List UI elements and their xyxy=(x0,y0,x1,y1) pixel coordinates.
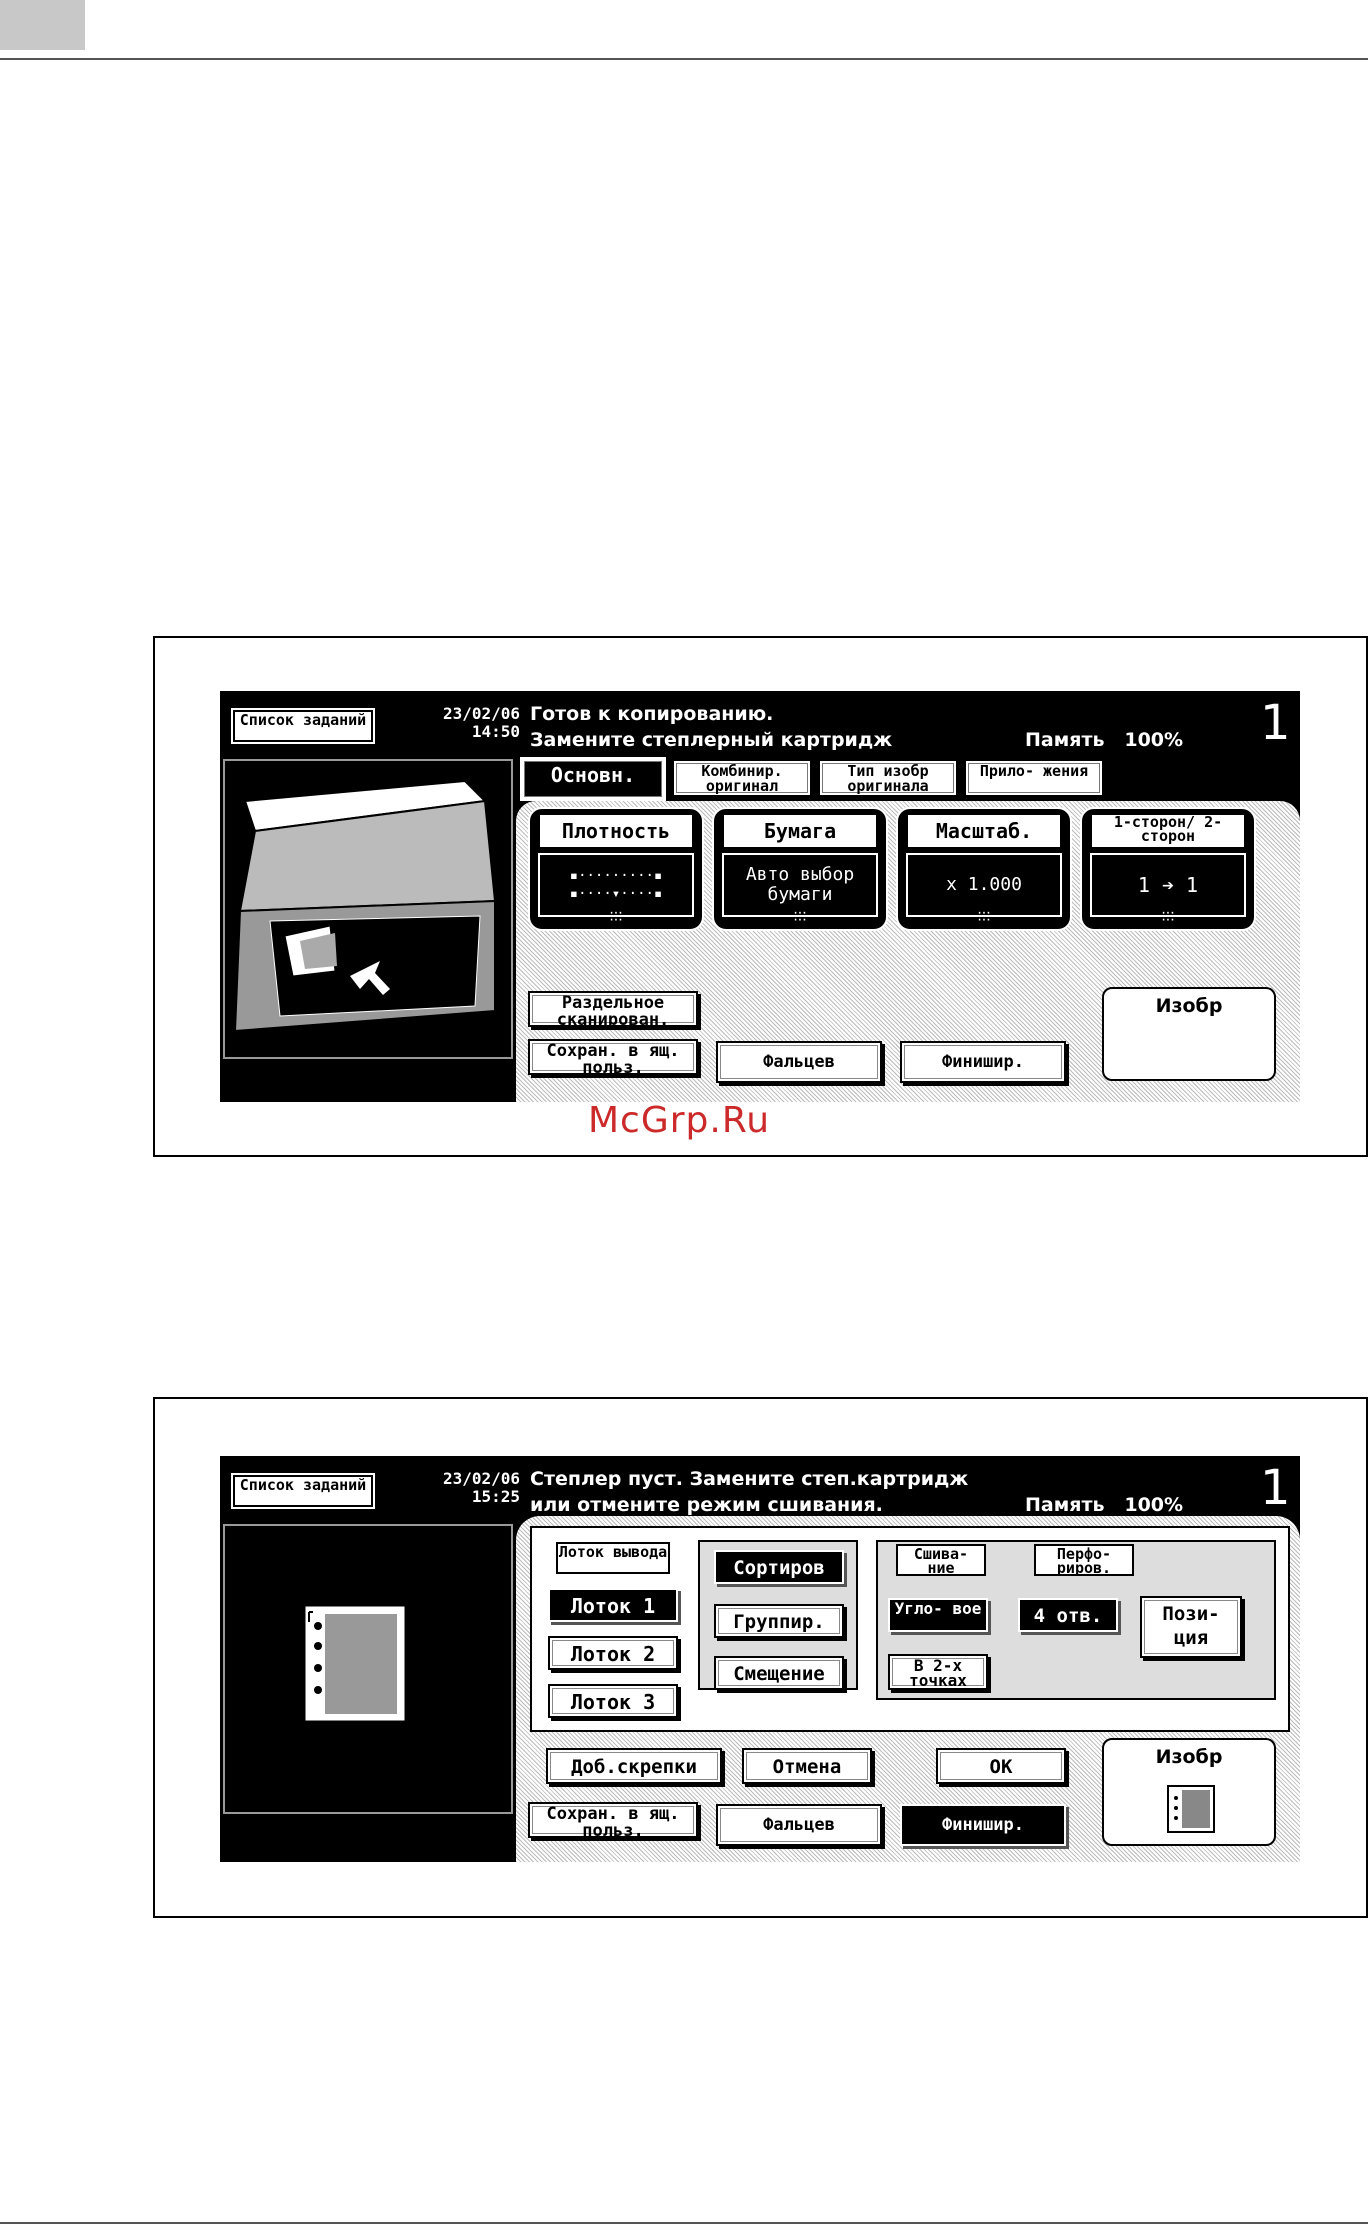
copier-screen-1: Список заданий 23/02/06 14:50 Готов к ко… xyxy=(220,691,1300,1102)
ok-button[interactable]: OK xyxy=(936,1748,1066,1784)
staple-label: Сшива- ние xyxy=(896,1544,986,1576)
output-tray-label: Лоток вывода xyxy=(556,1542,670,1574)
copy-count: 1 xyxy=(1260,1460,1291,1516)
duplex-more-icon: ⁝⁝⁝ xyxy=(1161,909,1175,925)
image-label: Изобр xyxy=(1155,995,1223,1017)
memory-value: 100% xyxy=(1124,729,1184,751)
punch-label: Перфо- риров. xyxy=(1034,1544,1134,1576)
duplex-value: 1 ➔ 1 xyxy=(1090,853,1246,917)
zoom-more-icon: ⁝⁝⁝ xyxy=(977,909,991,925)
staple-two-points-button[interactable]: В 2-х точках xyxy=(888,1654,988,1690)
sort-button[interactable]: Сортиров xyxy=(714,1550,844,1584)
datetime: 23/02/06 15:25 xyxy=(390,1470,520,1506)
finish-button[interactable]: Финишир. xyxy=(900,1804,1066,1846)
status-line-1: Готов к копированию. xyxy=(530,703,774,725)
memory-indicator: Память 100% xyxy=(1025,729,1183,751)
time-text: 14:50 xyxy=(471,722,520,741)
position-button[interactable]: Пози- ция xyxy=(1140,1596,1242,1658)
memory-indicator: Память 100% xyxy=(1025,1494,1183,1516)
copier-screen-2: Список заданий 23/02/06 15:25 Степлер пу… xyxy=(220,1456,1300,1862)
cancel-button[interactable]: Отмена xyxy=(742,1748,872,1784)
tab-combine-original[interactable]: Комбинир. оригинал xyxy=(672,759,812,797)
memory-value: 100% xyxy=(1124,1494,1184,1516)
fold-button[interactable]: Фальцев xyxy=(716,1804,882,1846)
punch-4-holes-button[interactable]: 4 отв. xyxy=(1018,1598,1118,1632)
status-line-1: Степлер пуст. Замените степ.картридж xyxy=(530,1468,969,1490)
zoom-title: Масштаб. xyxy=(906,813,1062,849)
tab-applications[interactable]: Прило- жения xyxy=(964,759,1104,797)
image-preview-box: Изобр xyxy=(1102,1738,1276,1846)
watermark: McGrp.Ru xyxy=(588,1100,771,1141)
paper-card[interactable]: Бумага Авто выбор бумаги ⁝⁝⁝ xyxy=(712,807,888,931)
density-card[interactable]: Плотность ▪·········▪ ▪····▾····▪ ⁝⁝⁝ xyxy=(528,807,704,931)
duplex-title: 1-сторон/ 2-сторон xyxy=(1090,813,1246,849)
zoom-value: x 1.000 xyxy=(906,853,1062,917)
finishing-options-panel: Лоток вывода Лоток 1 Лоток 2 Лоток 3 Сор… xyxy=(530,1526,1290,1732)
stapled-sheet-icon xyxy=(1167,1785,1215,1833)
density-scale-row-1: ▪·········▪ xyxy=(569,868,663,884)
original-preview-pane xyxy=(223,759,513,1059)
finishing-preview-pane xyxy=(223,1524,513,1814)
tab-original-type[interactable]: Тип изобр оригинала xyxy=(818,759,958,797)
image-preview-box: Изобр xyxy=(1102,987,1276,1081)
datetime: 23/02/06 14:50 xyxy=(390,705,520,741)
memory-label: Память xyxy=(1025,1494,1105,1516)
stapled-sheet-icon xyxy=(304,1605,406,1722)
sort-group-panel: Сортиров Группир. Смещение xyxy=(698,1540,858,1690)
date-text: 23/02/06 xyxy=(442,1469,520,1488)
finish-button[interactable]: Финишир. xyxy=(900,1041,1066,1083)
density-scale: ▪·········▪ ▪····▾····▪ xyxy=(538,853,694,917)
density-more-icon: ⁝⁝⁝ xyxy=(609,909,623,925)
copy-count: 1 xyxy=(1260,695,1291,751)
density-title: Плотность xyxy=(538,813,694,849)
scanner-glass-icon xyxy=(233,779,497,1033)
job-list-button[interactable]: Список заданий xyxy=(228,1470,378,1512)
time-text: 15:25 xyxy=(471,1487,520,1506)
save-user-box-button[interactable]: Сохран. в ящ. польз. xyxy=(528,1802,698,1840)
tray-1-button[interactable]: Лоток 1 xyxy=(548,1588,678,1622)
bottom-rule xyxy=(0,2222,1368,2224)
separate-scan-button[interactable]: Раздельное сканирован. xyxy=(528,991,698,1029)
finishing-settings-area: Лоток вывода Лоток 1 Лоток 2 Лоток 3 Сор… xyxy=(516,1516,1300,1862)
density-scale-row-2: ▪····▾····▪ xyxy=(569,886,663,902)
tray-3-button[interactable]: Лоток 3 xyxy=(548,1684,678,1718)
zoom-card[interactable]: Масштаб. x 1.000 ⁝⁝⁝ xyxy=(896,807,1072,931)
save-user-box-button[interactable]: Сохран. в ящ. польз. xyxy=(528,1039,698,1077)
memory-label: Память xyxy=(1025,729,1105,751)
image-label: Изобр xyxy=(1155,1746,1223,1768)
fold-button[interactable]: Фальцев xyxy=(716,1041,882,1083)
duplex-card[interactable]: 1-сторон/ 2-сторон 1 ➔ 1 ⁝⁝⁝ xyxy=(1080,807,1256,931)
staple-corner-button[interactable]: Угло- вое xyxy=(888,1598,988,1632)
tray-2-button[interactable]: Лоток 2 xyxy=(548,1636,678,1670)
job-list-button[interactable]: Список заданий xyxy=(228,705,378,747)
paper-title: Бумага xyxy=(722,813,878,849)
tab-basic[interactable]: Основн. xyxy=(520,757,666,801)
basic-settings-area: Плотность ▪·········▪ ▪····▾····▪ ⁝⁝⁝ Бу… xyxy=(516,801,1300,1102)
offset-button[interactable]: Смещение xyxy=(714,1656,844,1690)
group-button[interactable]: Группир. xyxy=(714,1604,844,1638)
staple-punch-panel: Сшива- ние Перфо- риров. Угло- вое 4 отв… xyxy=(876,1540,1276,1700)
add-staples-button[interactable]: Доб.скрепки xyxy=(546,1748,722,1784)
page-corner-tab xyxy=(0,0,85,50)
date-text: 23/02/06 xyxy=(442,704,520,723)
paper-value: Авто выбор бумаги xyxy=(722,853,878,917)
paper-more-icon: ⁝⁝⁝ xyxy=(793,909,807,925)
top-rule xyxy=(0,58,1368,60)
